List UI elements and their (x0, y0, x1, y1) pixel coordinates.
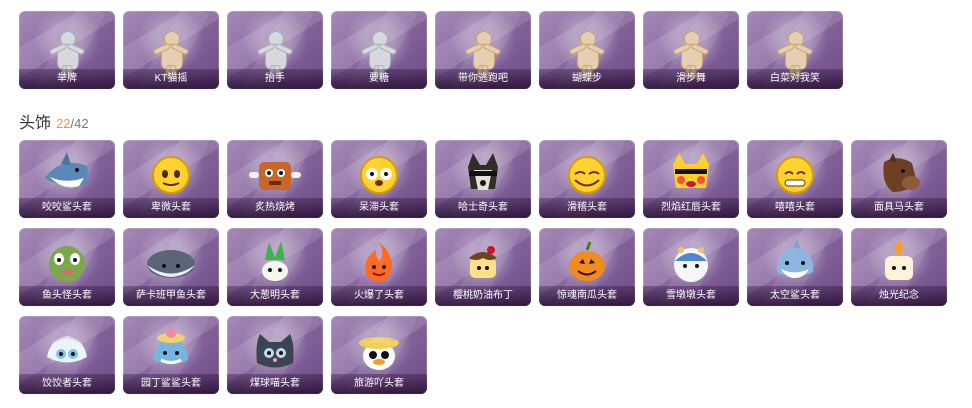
card-label: 雪墩墩头套 (643, 286, 739, 306)
headgear-card-9[interactable]: 面具马头套 (851, 140, 947, 218)
card-label: 火爆了头套 (331, 286, 427, 306)
sacabambaspis-head-icon (141, 238, 201, 286)
gardener-shark-head-icon (141, 326, 201, 374)
card-label: 炙热烧烤 (227, 198, 323, 218)
card-label: 卑微头套 (123, 198, 219, 218)
slide-dance-icon (661, 21, 721, 80)
headgear-card-6[interactable]: 滑稽头套 (539, 140, 635, 218)
sign-hold-icon (37, 21, 97, 80)
dumpling-head-icon (37, 326, 97, 374)
husky-head-icon (453, 150, 513, 198)
headgear-card-8[interactable]: 嘻嘻头套 (747, 140, 843, 218)
card-label: 旅游吖头套 (331, 374, 427, 394)
card-label: 烛光纪念 (851, 286, 947, 306)
card-label: 要糖 (331, 69, 427, 89)
headgear-card-7[interactable]: 烈焰红唇头套 (643, 140, 739, 218)
card-label: 鱼头怪头套 (19, 286, 115, 306)
card-label: 大葱明头套 (227, 286, 323, 306)
bbq-head-icon (245, 150, 305, 198)
section-title-headgear: 头饰 22/42 (19, 109, 89, 133)
pumpkin-head-icon (557, 238, 617, 286)
card-label: 萨卡班甲鱼头套 (123, 286, 219, 306)
pudding-head-icon (453, 238, 513, 286)
fish-monster-head-icon (37, 238, 97, 286)
emote-card-1[interactable]: 举牌 (19, 11, 115, 89)
headgear-card-19[interactable]: 饺饺者头套 (19, 316, 115, 394)
emote-card-2[interactable]: KT猫摇 (123, 11, 219, 89)
headgear-card-20[interactable]: 园丁鲨鲨头套 (123, 316, 219, 394)
card-label: 饺饺者头套 (19, 374, 115, 394)
card-label: 惊魂南瓜头套 (539, 286, 635, 306)
card-label: 呆滞头套 (331, 198, 427, 218)
card-label: 樱桃奶油布丁 (435, 286, 531, 306)
card-label: 白菜对我笑 (747, 69, 843, 89)
funny-emoji-head-icon (557, 150, 617, 198)
headgear-card-4[interactable]: 呆滞头套 (331, 140, 427, 218)
emote-card-5[interactable]: 带你逃跑吧 (435, 11, 531, 89)
space-shark-head-icon (765, 238, 825, 286)
headgear-card-1[interactable]: 咬咬鲨头套 (19, 140, 115, 218)
headgear-card-15[interactable]: 惊魂南瓜头套 (539, 228, 635, 306)
headgear-card-22[interactable]: 旅游吖头套 (331, 316, 427, 394)
card-label: 滑步舞 (643, 69, 739, 89)
card-label: 嘻嘻头套 (747, 198, 843, 218)
card-label: 抬手 (227, 69, 323, 89)
headgear-grid: 咬咬鲨头套 卑微头套 炙热烧烤 呆滞头套 哈士奇头套 滑稽头套 烈焰红唇头套 嘻嘻头套… (19, 140, 947, 394)
card-label: KT猫摇 (123, 69, 219, 89)
emote-card-6[interactable]: 蝴蝶步 (539, 11, 635, 89)
card-label: 带你逃跑吧 (435, 69, 531, 89)
tourist-duck-head-icon (349, 326, 409, 374)
emote-card-3[interactable]: 抬手 (227, 11, 323, 89)
card-label: 烈焰红唇头套 (643, 198, 739, 218)
card-label: 煤球喵头套 (227, 374, 323, 394)
headgear-card-21[interactable]: 煤球喵头套 (227, 316, 323, 394)
card-label: 哈士奇头套 (435, 198, 531, 218)
headgear-card-12[interactable]: 大葱明头套 (227, 228, 323, 306)
raise-hand-icon (245, 21, 305, 80)
headgear-card-10[interactable]: 鱼头怪头套 (19, 228, 115, 306)
emote-card-4[interactable]: 要糖 (331, 11, 427, 89)
emote-grid: 举牌 KT猫摇 抬手 要糖 带你逃跑吧 蝴蝶步 滑步舞 白菜对我笑 (19, 11, 947, 89)
pikachu-lips-head-icon (661, 150, 721, 198)
owned-count: 22 (56, 116, 71, 131)
butterfly-step-icon (557, 21, 617, 80)
headgear-card-5[interactable]: 哈士奇头套 (435, 140, 531, 218)
shark-head-icon (37, 150, 97, 198)
grin-emoji-head-icon (765, 150, 825, 198)
coal-cat-head-icon (245, 326, 305, 374)
emote-card-7[interactable]: 滑步舞 (643, 11, 739, 89)
dazed-emoji-head-icon (349, 150, 409, 198)
headgear-card-13[interactable]: 火爆了头套 (331, 228, 427, 306)
headgear-card-18[interactable]: 烛光纪念 (851, 228, 947, 306)
card-label: 滑稽头套 (539, 198, 635, 218)
headgear-card-14[interactable]: 樱桃奶油布丁 (435, 228, 531, 306)
card-label: 面具马头套 (851, 198, 947, 218)
emote-card-8[interactable]: 白菜对我笑 (747, 11, 843, 89)
cabbage-smile-icon (765, 21, 825, 80)
kt-cat-dance-icon (141, 21, 201, 80)
card-label: 蝴蝶步 (539, 69, 635, 89)
horse-mask-head-icon (869, 150, 929, 198)
card-label: 太空鲨头套 (747, 286, 843, 306)
candle-head-icon (869, 238, 929, 286)
headgear-card-16[interactable]: 雪墩墩头套 (643, 228, 739, 306)
snow-doll-head-icon (661, 238, 721, 286)
ask-candy-icon (349, 21, 409, 80)
fire-head-icon (349, 238, 409, 286)
section-title-text: 头饰 (19, 115, 52, 132)
run-away-icon (453, 21, 513, 80)
card-label: 举牌 (19, 69, 115, 89)
shy-emoji-head-icon (141, 150, 201, 198)
headgear-card-2[interactable]: 卑微头套 (123, 140, 219, 218)
scallion-head-icon (245, 238, 305, 286)
headgear-card-3[interactable]: 炙热烧烤 (227, 140, 323, 218)
headgear-card-11[interactable]: 萨卡班甲鱼头套 (123, 228, 219, 306)
card-label: 咬咬鲨头套 (19, 198, 115, 218)
total-count: /42 (70, 116, 89, 131)
card-label: 园丁鲨鲨头套 (123, 374, 219, 394)
headgear-card-17[interactable]: 太空鲨头套 (747, 228, 843, 306)
